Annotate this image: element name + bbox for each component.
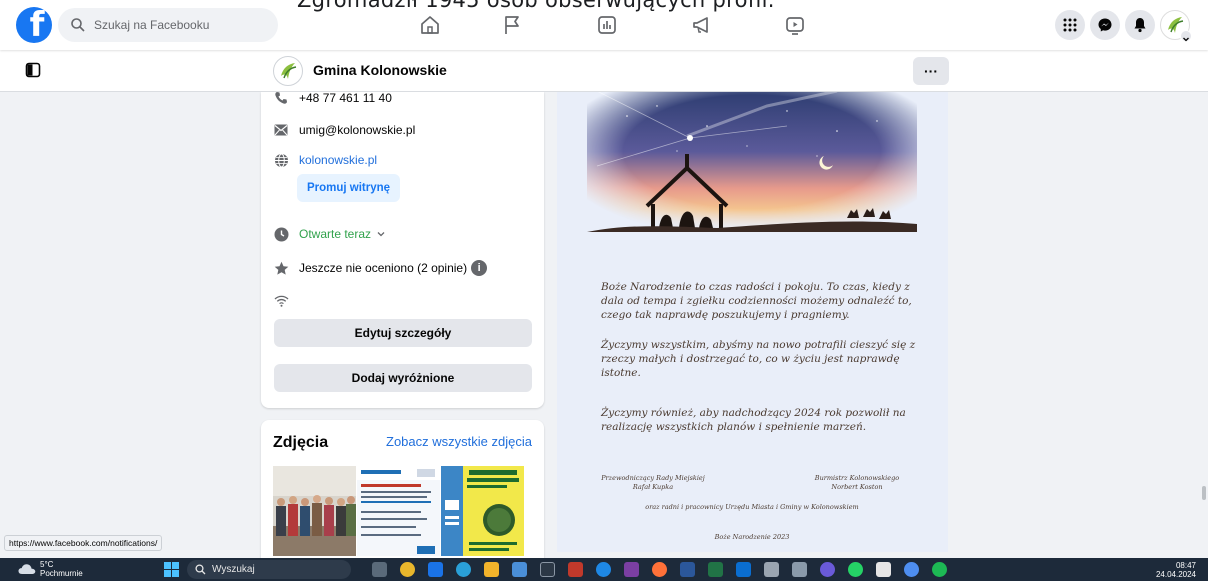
home-icon[interactable] <box>418 13 442 37</box>
excel-icon[interactable] <box>708 562 723 577</box>
email-row: umig@kolonowskie.pl <box>273 122 415 138</box>
video-icon[interactable] <box>783 13 807 37</box>
photo-thumbnail-group[interactable] <box>273 466 356 556</box>
file-explorer-icon[interactable] <box>484 562 499 577</box>
store-icon[interactable] <box>512 562 527 577</box>
signature-left: Przewodniczący Rady Miejskiej Rafał Kupk… <box>593 474 713 492</box>
flag-icon[interactable] <box>500 13 524 37</box>
rating-text: Jeszcze nie oceniono (2 opinie) <box>299 261 468 275</box>
facebook-logo-letter: f <box>29 7 45 43</box>
firefox-icon[interactable] <box>652 562 667 577</box>
spotify-icon[interactable] <box>932 562 947 577</box>
onenote-icon[interactable] <box>624 562 639 577</box>
clock-icon <box>273 226 289 242</box>
rating-row: Jeszcze nie oceniono (2 opinie) i <box>273 260 488 276</box>
website-row: kolonowskie.pl <box>273 152 377 168</box>
open-now-status[interactable]: Otwarte teraz <box>299 227 371 241</box>
taskbar-search-icon <box>195 564 206 575</box>
settings-app-icon[interactable] <box>540 562 555 577</box>
media-player-icon[interactable] <box>596 562 611 577</box>
link-app-icon[interactable] <box>904 562 919 577</box>
windows-start-icon[interactable] <box>164 562 179 577</box>
search-input[interactable]: Szukaj na Facebooku <box>58 8 278 42</box>
phone-row: +48 77 461 11 40 <box>273 90 392 106</box>
clipped-overlay-text: Zgromadził 1945 osób obserwujących profi… <box>297 0 775 12</box>
task-view-icon[interactable] <box>372 562 387 577</box>
access-icon[interactable] <box>568 562 583 577</box>
bell-icon[interactable] <box>1125 10 1155 40</box>
edit-details-button[interactable]: Edytuj szczegóły <box>274 319 532 347</box>
add-featured-button[interactable]: Dodaj wyróżnione <box>274 364 532 392</box>
hours-row[interactable]: Otwarte teraz <box>273 226 386 242</box>
signature-left-name: Rafał Kupka <box>632 483 674 491</box>
photo-thumbnail-flyer[interactable] <box>441 466 524 556</box>
weather-widget[interactable]: 5°C Pochmurnie <box>18 560 83 578</box>
nativity-scene-illustration <box>587 92 917 232</box>
chrome-icon[interactable] <box>400 562 415 577</box>
photos-title: Zdjęcia <box>273 434 329 451</box>
notepad-icon[interactable] <box>792 562 807 577</box>
weather-condition: Pochmurnie <box>40 569 83 578</box>
website-link[interactable]: kolonowskie.pl <box>299 153 377 167</box>
account-caret-icon[interactable] <box>1180 30 1192 42</box>
signature-left-role: Przewodniczący Rady Miejskiej <box>601 474 705 482</box>
star-icon <box>273 260 289 276</box>
wish-paragraph-2: Życzymy wszystkim, abyśmy na nowo potraf… <box>601 339 916 379</box>
edge-icon[interactable] <box>456 562 471 577</box>
scrollbar-thumb[interactable] <box>1202 486 1206 500</box>
taskbar-search-label: Wyszukaj <box>212 564 255 575</box>
status-bar-url: https://www.facebook.com/notifications/ <box>4 535 163 551</box>
chevron-down-icon[interactable] <box>376 229 386 239</box>
more-options-button[interactable]: ··· <box>913 57 949 85</box>
search-placeholder: Szukaj na Facebooku <box>94 18 210 32</box>
intro-card: +48 77 461 11 40 umig@kolonowskie.pl kol… <box>261 90 544 408</box>
email-icon <box>273 122 289 138</box>
phone-number: +48 77 461 11 40 <box>299 91 392 105</box>
signature-right: Burmistrz Kolonowskiego Norbert Koston <box>797 474 917 492</box>
clock-time: 08:47 <box>1175 561 1196 570</box>
weather-temperature: 5°C <box>40 560 54 569</box>
wifi-row <box>273 292 299 308</box>
signature-right-role: Burmistrz Kolonowskiego <box>814 474 900 482</box>
outlook-icon[interactable] <box>736 562 751 577</box>
word-icon[interactable] <box>680 562 695 577</box>
see-all-photos-link[interactable]: Zobacz wszystkie zdjęcia <box>386 434 532 449</box>
signature-joint: oraz radni i pracownicy Urzędu Miasta i … <box>645 503 859 511</box>
card-footer: Boże Narodzenie 2023 <box>714 533 790 541</box>
page-header-bar: Gmina Kolonowskie ··· <box>0 50 1208 92</box>
wish-paragraph-1: Boże Narodzenie to czas radości i pokoju… <box>601 281 912 321</box>
photos-card: Zdjęcia Zobacz wszystkie zdjęcia <box>261 420 544 560</box>
megaphone-icon[interactable] <box>690 13 714 37</box>
messenger-icon[interactable] <box>1090 10 1120 40</box>
wifi-icon <box>273 292 289 308</box>
page-avatar[interactable] <box>273 56 303 86</box>
ccgp-app-icon[interactable] <box>876 562 891 577</box>
taskbar-clock[interactable]: 08:47 24.04.2024 <box>1156 561 1196 579</box>
globe-icon <box>273 152 289 168</box>
post-image-christmas-card[interactable]: Boże Narodzenie to czas radości i pokoju… <box>557 92 948 552</box>
clock-date: 24.04.2024 <box>1155 570 1196 579</box>
signature-right-name: Norbert Koston <box>831 483 883 491</box>
copilot-icon[interactable] <box>820 562 835 577</box>
search-icon <box>71 18 85 32</box>
cloud-icon <box>18 564 36 574</box>
taskbar-search-input[interactable]: Wyszukaj <box>187 560 351 579</box>
phone-icon <box>273 90 289 106</box>
menu-grid-icon[interactable] <box>1055 10 1085 40</box>
wish-paragraph-3: Życzymy również, aby nadchodzący 2024 ro… <box>601 407 906 433</box>
info-icon[interactable]: i <box>471 260 488 276</box>
network-app-icon[interactable] <box>764 562 779 577</box>
facebook-logo[interactable]: f <box>16 7 52 43</box>
teams-icon[interactable] <box>428 562 443 577</box>
whatsapp-icon[interactable] <box>848 562 863 577</box>
photo-thumbnail-poster[interactable] <box>357 466 440 556</box>
email-address: umig@kolonowskie.pl <box>299 123 416 137</box>
promote-website-button[interactable]: Promuj witrynę <box>297 174 400 202</box>
page-title[interactable]: Gmina Kolonowskie <box>313 62 447 78</box>
windows-taskbar: 5°C Pochmurnie Wyszukaj 08:47 24.04.2024 <box>0 558 1208 581</box>
insights-icon[interactable] <box>595 13 619 37</box>
panel-toggle-icon[interactable] <box>25 62 41 78</box>
